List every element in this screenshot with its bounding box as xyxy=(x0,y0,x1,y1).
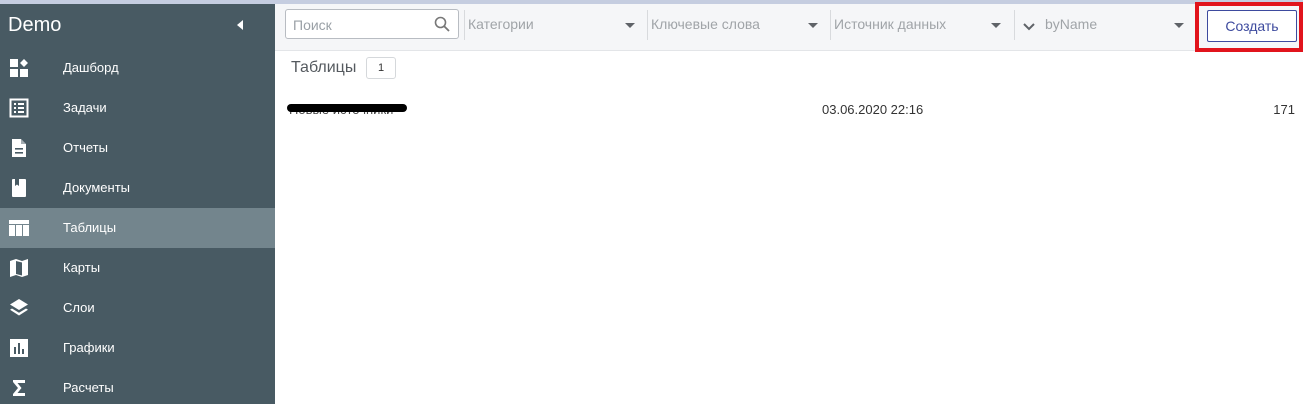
sidebar-item-label: Документы xyxy=(63,180,131,195)
sidebar-item-charts[interactable]: Графики xyxy=(0,328,275,368)
sidebar-item-reports[interactable]: Отчеты xyxy=(0,128,275,168)
bar-chart-icon xyxy=(9,338,29,358)
book-icon xyxy=(9,178,29,198)
divider xyxy=(464,10,465,40)
table-icon xyxy=(9,218,29,238)
page-title: Таблицы xyxy=(291,59,357,76)
divider xyxy=(647,10,648,40)
report-document-icon xyxy=(9,138,29,158)
sidebar-item-label: Задачи xyxy=(63,100,107,115)
caret-down-icon xyxy=(808,23,818,28)
tasks-list-icon xyxy=(9,98,29,118)
sidebar-item-label: Таблицы xyxy=(63,220,117,235)
caret-down-icon xyxy=(991,23,1001,28)
caret-down-icon xyxy=(625,23,635,28)
sidebar-item-maps[interactable]: Карты xyxy=(0,248,275,288)
collapse-sidebar-icon[interactable] xyxy=(234,18,246,32)
sort-direction-chevron-icon[interactable] xyxy=(1023,19,1035,31)
divider xyxy=(830,10,831,40)
row-date: 03.06.2020 22:16 xyxy=(822,102,924,117)
sidebar-item-label: Графики xyxy=(63,340,115,355)
sidebar-item-tables[interactable]: Таблицы xyxy=(0,208,275,248)
search-icon[interactable] xyxy=(434,16,450,32)
sort-select[interactable]: byName xyxy=(1045,9,1185,39)
sidebar-item-label: Слои xyxy=(63,300,95,315)
layers-icon xyxy=(9,298,29,318)
search-input[interactable] xyxy=(291,10,435,40)
keywords-filter-label: Ключевые слова xyxy=(651,16,760,32)
count-badge: 1 xyxy=(366,57,396,79)
table-row[interactable]: Новые источники 03.06.2020 22:16 171 xyxy=(275,91,1303,125)
dashboard-icon xyxy=(9,58,29,78)
sidebar-item-calculations[interactable]: Расчеты xyxy=(0,368,275,408)
keywords-filter[interactable]: Ключевые слова xyxy=(651,9,821,39)
sidebar-item-tasks[interactable]: Задачи xyxy=(0,88,275,128)
categories-filter[interactable]: Категории xyxy=(468,9,638,39)
sidebar-header: Demo xyxy=(0,4,275,48)
divider xyxy=(1014,10,1015,40)
app-title: Demo xyxy=(8,14,62,36)
search-box xyxy=(285,9,459,40)
sigma-icon xyxy=(9,378,29,398)
sidebar-item-dashboard[interactable]: Дашборд xyxy=(0,48,275,88)
toolbar: Категории Ключевые слова Источник данных… xyxy=(275,2,1303,52)
data-source-filter-label: Источник данных xyxy=(834,16,947,32)
sidebar-item-label: Отчеты xyxy=(63,140,108,155)
sidebar-item-layers[interactable]: Слои xyxy=(0,288,275,328)
sidebar-item-label: Карты xyxy=(63,260,101,275)
caret-down-icon xyxy=(1174,23,1184,28)
data-source-filter[interactable]: Источник данных xyxy=(834,9,1004,39)
map-icon xyxy=(9,258,29,278)
sidebar: Demo Дашборд Задачи Отчеты Документы Таб… xyxy=(0,4,275,404)
sidebar-item-label: Расчеты xyxy=(63,380,114,395)
categories-filter-label: Категории xyxy=(468,16,534,32)
sidebar-item-label: Дашборд xyxy=(63,60,119,75)
sidebar-item-documents[interactable]: Документы xyxy=(0,168,275,208)
main-content: Таблицы 1 Новые источники 03.06.2020 22:… xyxy=(275,51,1303,404)
redaction-mark xyxy=(287,104,407,112)
create-button[interactable]: Создать xyxy=(1207,10,1297,42)
row-count: 171 xyxy=(1273,102,1295,117)
sort-select-label: byName xyxy=(1045,16,1098,32)
